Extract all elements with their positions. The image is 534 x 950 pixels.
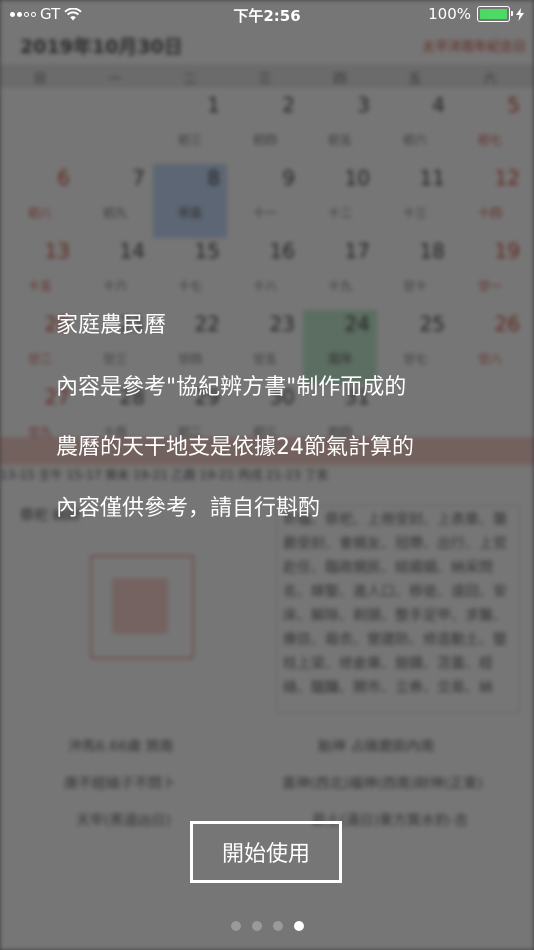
battery-percent: 100% [428,5,471,23]
page-dot[interactable] [251,921,262,931]
intro-line: 內容是參考"協紀辨方書"制作而成的 [56,375,407,400]
intro-title: 家庭農民曆 [56,313,167,338]
charging-bolt-icon [516,7,524,21]
page-dot[interactable] [230,921,241,931]
dim-overlay [0,0,534,950]
status-bar: GT 下午2:56 100% [0,0,534,30]
page-dot[interactable] [293,921,304,931]
start-button[interactable]: 開始使用 [190,821,342,883]
page-indicator[interactable] [0,921,534,931]
intro-line: 內容僅供參考，請自行斟酌 [56,496,321,521]
page-dot[interactable] [272,921,283,931]
battery-icon [477,6,513,22]
intro-line: 農曆的天干地支是依據24節氣計算的 [56,435,414,460]
